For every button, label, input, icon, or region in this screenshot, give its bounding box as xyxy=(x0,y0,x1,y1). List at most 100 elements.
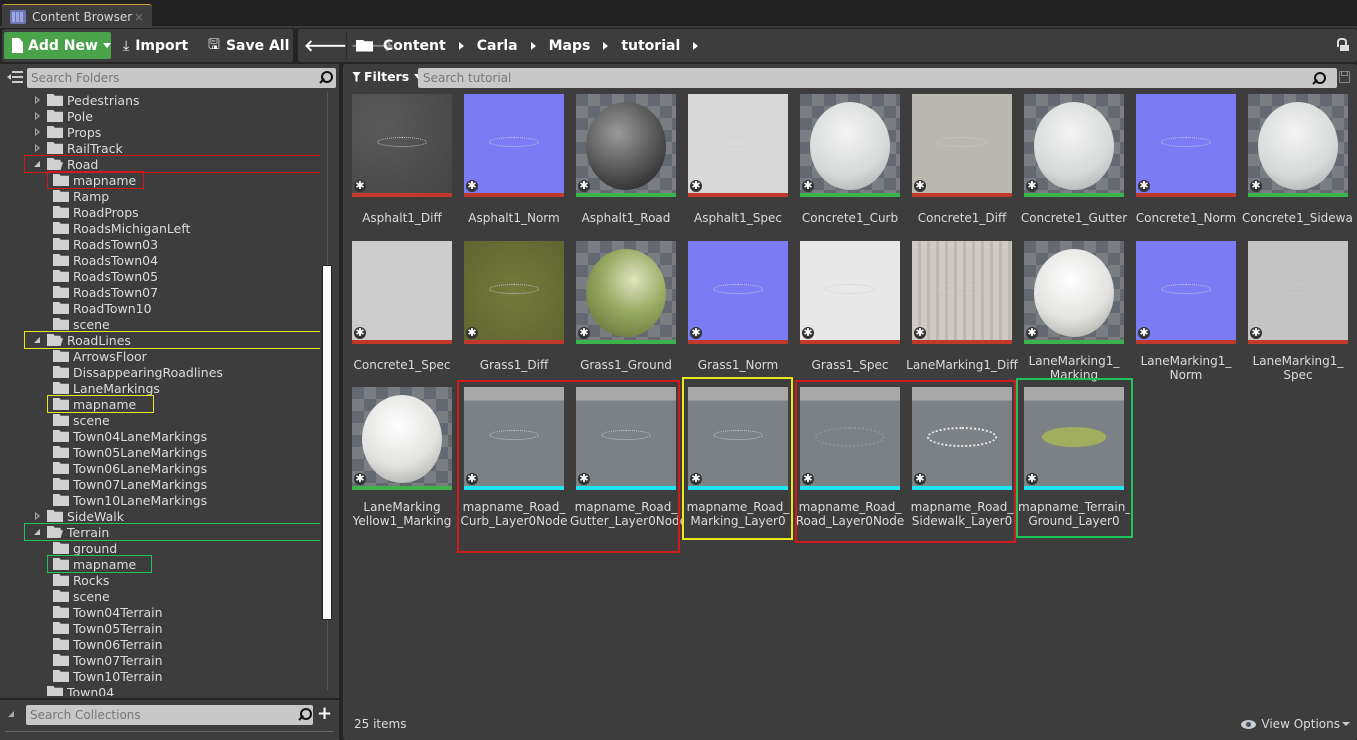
folder-open-icon[interactable] xyxy=(356,39,373,52)
favorite-star-icon[interactable]: ✱ xyxy=(466,327,478,339)
view-options-button[interactable]: View Options xyxy=(1241,717,1350,731)
expand-triangle-icon[interactable] xyxy=(8,711,14,717)
collapsed-triangle-icon[interactable] xyxy=(33,127,43,137)
breadcrumb-separator-icon[interactable] xyxy=(530,41,536,50)
asset-tile[interactable]: ✱ LaneMarking1_Diff xyxy=(906,241,1022,381)
asset-tile[interactable]: ✱ Grass1_Ground xyxy=(576,241,686,381)
folder-tree-item[interactable]: scene xyxy=(43,412,110,428)
asset-tile[interactable]: ✱ mapname_Terrain_Ground_Layer0Node xyxy=(1018,387,1134,528)
favorite-star-icon[interactable]: ✱ xyxy=(466,180,478,192)
favorite-star-icon[interactable]: ✱ xyxy=(1026,327,1038,339)
asset-tile[interactable]: ✱ mapname_Road_ Gutter_Layer0Node xyxy=(570,387,686,528)
breadcrumb-separator-icon[interactable] xyxy=(603,41,609,50)
favorite-star-icon[interactable]: ✱ xyxy=(466,473,478,485)
folder-tree-item[interactable]: LaneMarkings xyxy=(43,380,160,396)
favorite-star-icon[interactable]: ✱ xyxy=(354,180,366,192)
collapsed-triangle-icon[interactable] xyxy=(33,687,43,696)
favorite-star-icon[interactable]: ✱ xyxy=(802,327,814,339)
folder-tree-item[interactable]: scene xyxy=(43,316,110,332)
asset-tile[interactable]: ✱ mapname_Road_Marking_Layer0Node xyxy=(687,387,798,528)
folder-tree-item[interactable]: Town06Terrain xyxy=(43,636,163,652)
favorite-star-icon[interactable]: ✱ xyxy=(354,473,366,485)
breadcrumb-content[interactable]: Content xyxy=(383,38,446,54)
search-folders-input[interactable] xyxy=(27,68,336,88)
collapsed-triangle-icon[interactable] xyxy=(33,111,43,121)
folder-tree-item[interactable]: RoadTown10 xyxy=(43,300,152,316)
asset-tile[interactable]: ✱ Concrete1_Gutter xyxy=(1021,94,1134,234)
folder-tree-item[interactable]: Town04 xyxy=(33,684,114,696)
asset-tile[interactable]: ✱ Concrete1_Norm xyxy=(1136,94,1246,234)
folder-tree-item[interactable]: RoadProps xyxy=(43,204,139,220)
asset-tile[interactable]: ✱ Concrete1_Spec xyxy=(352,241,462,381)
collapsed-triangle-icon[interactable] xyxy=(33,95,43,105)
favorite-star-icon[interactable]: ✱ xyxy=(690,473,702,485)
folder-tree-item[interactable]: Road xyxy=(33,156,98,172)
folder-tree-item[interactable]: Town05Terrain xyxy=(43,620,163,636)
asset-tile[interactable]: ✱ LaneMarking1_ Norm xyxy=(1136,241,1246,382)
favorite-star-icon[interactable]: ✱ xyxy=(1250,327,1262,339)
add-new-button[interactable]: Add New xyxy=(4,32,111,59)
favorite-star-icon[interactable]: ✱ xyxy=(1138,180,1150,192)
folder-tree-item[interactable]: RoadLines xyxy=(33,332,131,348)
collapsed-triangle-icon[interactable] xyxy=(33,143,43,153)
save-search-icon[interactable] xyxy=(1339,71,1350,83)
favorite-star-icon[interactable]: ✱ xyxy=(578,180,590,192)
favorite-star-icon[interactable]: ✱ xyxy=(578,473,590,485)
breadcrumb-separator-icon[interactable] xyxy=(458,41,464,50)
asset-tile[interactable]: ✱ Concrete1_Sidewalk xyxy=(1242,94,1357,234)
asset-tile[interactable]: ✱ Grass1_Diff xyxy=(464,241,574,381)
favorite-star-icon[interactable]: ✱ xyxy=(914,180,926,192)
back-arrow-icon[interactable]: 🡐 xyxy=(304,35,347,55)
sources-panel-toggle-icon[interactable] xyxy=(7,70,23,84)
expanded-triangle-icon[interactable] xyxy=(33,335,43,345)
add-collection-icon[interactable]: + xyxy=(317,704,332,724)
asset-tile[interactable]: ✱ mapname_Road_ Curb_Layer0Node xyxy=(461,387,574,528)
asset-tile[interactable]: ✱ Concrete1_Curb xyxy=(800,94,910,234)
folder-tree-item[interactable]: ground xyxy=(43,540,117,556)
asset-tile[interactable]: ✱ Grass1_Norm xyxy=(688,241,798,381)
search-icon[interactable] xyxy=(319,71,333,85)
save-all-button[interactable]: 🖫 Save All xyxy=(208,32,289,59)
lock-icon[interactable] xyxy=(1337,38,1349,52)
filters-button[interactable]: Filters xyxy=(352,69,423,84)
favorite-star-icon[interactable]: ✱ xyxy=(802,473,814,485)
favorite-star-icon[interactable]: ✱ xyxy=(690,327,702,339)
scrollbar-thumb[interactable] xyxy=(322,265,332,620)
breadcrumb-separator-icon[interactable] xyxy=(693,41,699,50)
import-button[interactable]: ⤓ Import xyxy=(123,32,188,59)
asset-tile[interactable]: ✱ LaneMarking1_ Spec xyxy=(1248,241,1357,382)
folder-tree-item[interactable]: RailTrack xyxy=(33,140,123,156)
favorite-star-icon[interactable]: ✱ xyxy=(1138,327,1150,339)
folder-tree-item[interactable]: mapname xyxy=(43,396,136,412)
folder-tree-item[interactable]: RoadsTown03 xyxy=(43,236,158,252)
favorite-star-icon[interactable]: ✱ xyxy=(578,327,590,339)
asset-tile[interactable]: ✱ Asphalt1_Road xyxy=(576,94,686,234)
collapsed-triangle-icon[interactable] xyxy=(33,511,43,521)
favorite-star-icon[interactable]: ✱ xyxy=(1026,473,1038,485)
folder-tree-item[interactable]: Terrain xyxy=(33,524,109,540)
breadcrumb-maps[interactable]: Maps xyxy=(549,38,591,54)
folder-tree-item[interactable]: Town06LaneMarkings xyxy=(43,460,207,476)
folder-tree-item[interactable]: RoadsMichiganLeft xyxy=(43,220,190,236)
folder-tree-item[interactable]: DissappearingRoadlines xyxy=(43,364,223,380)
favorite-star-icon[interactable]: ✱ xyxy=(1026,180,1038,192)
folder-tree-item[interactable]: RoadsTown05 xyxy=(43,268,158,284)
folder-tree-item[interactable]: mapname xyxy=(43,172,136,188)
folder-tree-item[interactable]: Town07Terrain xyxy=(43,652,163,668)
search-assets-input[interactable] xyxy=(418,68,1337,88)
breadcrumb-tutorial[interactable]: tutorial xyxy=(621,38,680,54)
close-icon[interactable]: × xyxy=(134,10,144,24)
search-collections-input[interactable] xyxy=(26,705,313,725)
folder-tree-item[interactable]: scene xyxy=(43,588,110,604)
favorite-star-icon[interactable]: ✱ xyxy=(690,180,702,192)
asset-tile[interactable]: ✱ Grass1_Spec xyxy=(800,241,910,381)
asset-tile[interactable]: ✱ Asphalt1_Norm xyxy=(464,94,574,234)
favorite-star-icon[interactable]: ✱ xyxy=(914,327,926,339)
asset-tile[interactable]: ✱ LaneMarking Yellow1_Marking xyxy=(352,387,462,528)
folder-tree-item[interactable]: ArrowsFloor xyxy=(43,348,147,364)
expanded-triangle-icon[interactable] xyxy=(33,527,43,537)
favorite-star-icon[interactable]: ✱ xyxy=(802,180,814,192)
folder-tree-item[interactable]: Town04LaneMarkings xyxy=(43,428,207,444)
folder-tree-item[interactable]: Town10LaneMarkings xyxy=(43,492,207,508)
favorite-star-icon[interactable]: ✱ xyxy=(354,327,366,339)
